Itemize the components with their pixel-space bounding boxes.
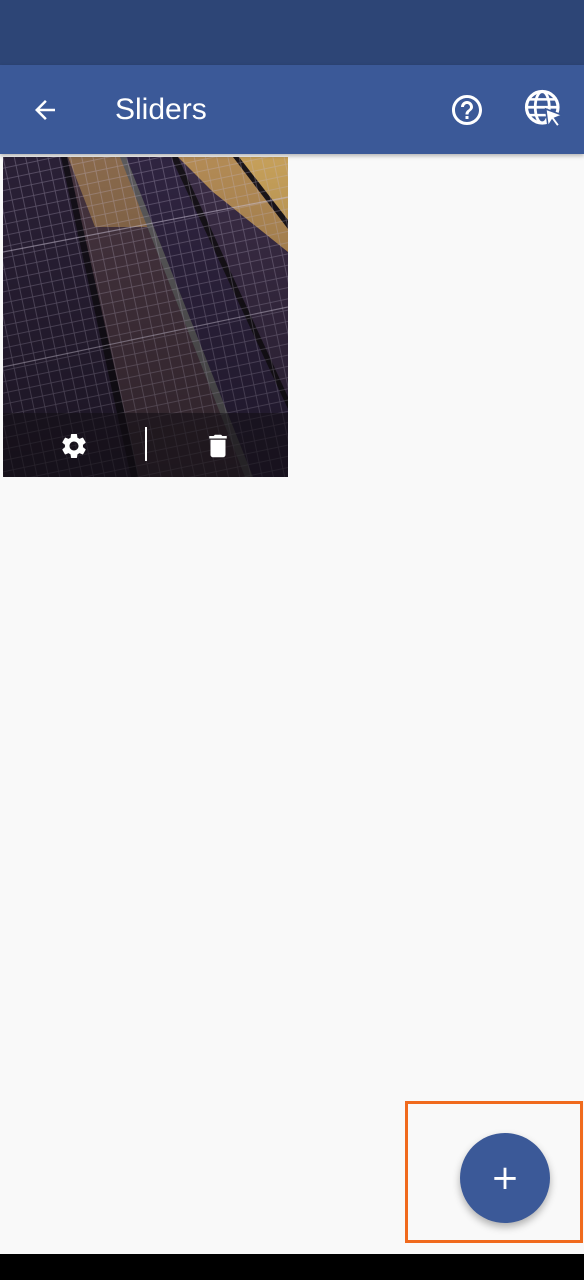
plus-icon: + — [490, 1158, 520, 1198]
help-button[interactable] — [444, 87, 490, 133]
trash-icon — [209, 434, 227, 458]
app-bar: Sliders — [0, 65, 584, 154]
help-circle-icon — [452, 95, 482, 125]
add-slider-button[interactable]: + — [460, 1133, 550, 1223]
page-title: Sliders — [115, 93, 207, 126]
action-divider — [145, 427, 147, 461]
slide-settings-button[interactable] — [51, 423, 97, 469]
gear-icon — [62, 434, 86, 458]
globe-cursor-icon — [524, 89, 565, 129]
slide-delete-button[interactable] — [195, 423, 241, 469]
card-action-bar — [3, 413, 288, 477]
slide-card[interactable] — [3, 157, 288, 477]
arrow-back-icon — [35, 100, 55, 120]
back-button[interactable] — [22, 87, 68, 133]
navigation-bar — [0, 1254, 584, 1280]
status-bar — [0, 0, 584, 65]
website-button[interactable] — [520, 85, 568, 133]
